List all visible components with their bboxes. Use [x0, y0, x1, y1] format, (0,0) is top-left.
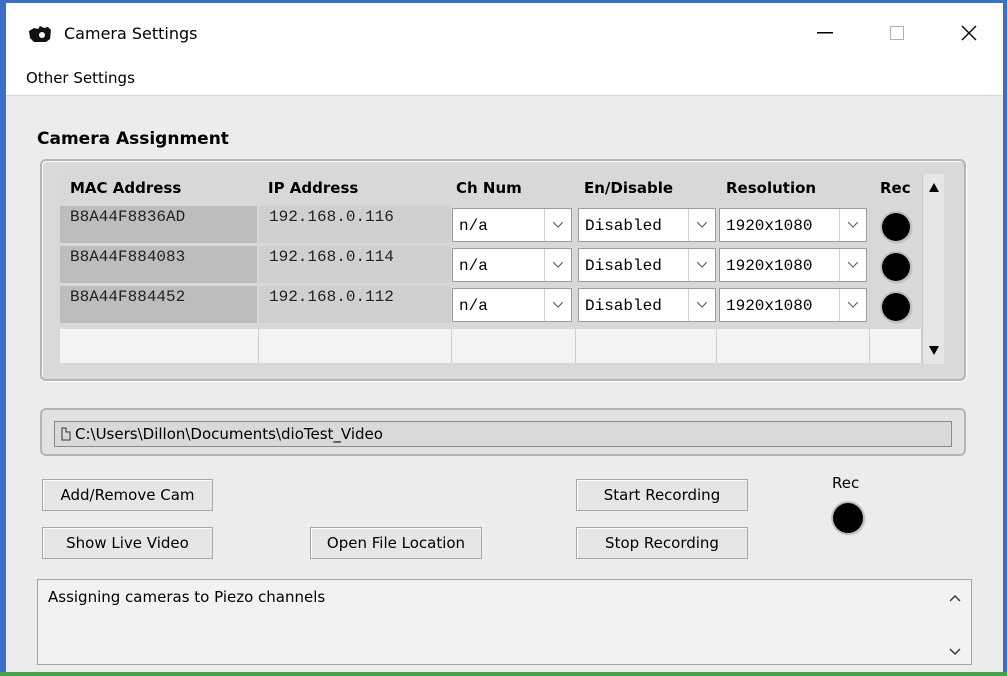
chevron-up-icon [949, 595, 961, 602]
save-path-field[interactable]: C:\Users\Dillon\Documents\dioTest_Video [54, 421, 952, 447]
row3-enable-value: Disabled [585, 297, 662, 315]
chevron-down-icon [839, 249, 866, 281]
row2-rec-indicator[interactable] [882, 253, 910, 281]
maximize-icon [890, 26, 904, 40]
row1-resolution-select[interactable]: 1920x1080 [719, 208, 867, 242]
minimize-icon [817, 32, 833, 34]
row1-ch-num-value: n/a [459, 217, 488, 235]
close-icon [961, 25, 977, 41]
header-mac-address: MAC Address [70, 179, 182, 197]
header-rec: Rec [880, 179, 911, 197]
title-bar: Camera Settings [6, 3, 1003, 63]
row1-enable-value: Disabled [585, 217, 662, 235]
open-file-location-button[interactable]: Open File Location [310, 527, 482, 559]
chevron-down-icon [688, 209, 715, 241]
stop-recording-button[interactable]: Stop Recording [576, 527, 748, 559]
header-ip-address: IP Address [268, 179, 359, 197]
save-path-value: C:\Users\Dillon\Documents\dioTest_Video [75, 425, 383, 443]
show-live-video-button[interactable]: Show Live Video [42, 527, 213, 559]
chevron-down-icon [839, 209, 866, 241]
empty-row-cell[interactable] [452, 329, 576, 363]
row1-ch-num-select[interactable]: n/a [452, 208, 572, 242]
row1-resolution-value: 1920x1080 [726, 217, 813, 235]
menu-bar: Other Settings [6, 63, 1003, 96]
row2-ch-num-select[interactable]: n/a [452, 248, 572, 282]
empty-row-cell[interactable] [870, 329, 922, 363]
row3-resolution-value: 1920x1080 [726, 297, 813, 315]
chevron-down-icon [544, 289, 571, 321]
log-scroll-down[interactable] [947, 644, 963, 660]
chevron-down-icon [688, 289, 715, 321]
row3-ch-num-value: n/a [459, 297, 488, 315]
chevron-down-icon [949, 648, 961, 655]
row1-ip: 192.168.0.116 [259, 206, 451, 243]
window-title: Camera Settings [64, 24, 198, 43]
row3-ch-num-select[interactable]: n/a [452, 288, 572, 322]
close-button[interactable] [946, 13, 992, 53]
table-scrollbar[interactable] [922, 174, 944, 364]
row1-enable-select[interactable]: Disabled [578, 208, 716, 242]
chevron-down-icon [839, 289, 866, 321]
camera-assignment-heading: Camera Assignment [37, 129, 229, 149]
start-recording-button[interactable]: Start Recording [576, 479, 748, 511]
arrow-down-icon [929, 346, 939, 355]
row1-mac: B8A44F8836AD [60, 206, 257, 243]
maximize-button[interactable] [874, 13, 920, 53]
folder-icon [61, 427, 71, 441]
empty-row-cell[interactable] [259, 329, 452, 363]
taskbar-edge [0, 672, 1007, 676]
rec-label: Rec [832, 474, 860, 492]
camera-settings-window: Camera Settings Other Settings Camera As… [0, 0, 1007, 676]
empty-row-cell[interactable] [717, 329, 870, 363]
row2-resolution-select[interactable]: 1920x1080 [719, 248, 867, 282]
status-log-text: Assigning cameras to Piezo channels [48, 588, 326, 606]
header-resolution: Resolution [726, 179, 817, 197]
row2-ip: 192.168.0.114 [259, 246, 451, 283]
row3-mac: B8A44F884452 [60, 286, 257, 323]
chevron-down-icon [688, 249, 715, 281]
chevron-down-icon [544, 209, 571, 241]
row3-rec-indicator[interactable] [882, 293, 910, 321]
log-scroll-up[interactable] [947, 590, 963, 606]
minimize-button[interactable] [802, 13, 848, 53]
camera-icon [29, 26, 51, 42]
row2-enable-value: Disabled [585, 257, 662, 275]
row2-resolution-value: 1920x1080 [726, 257, 813, 275]
header-en-disable: En/Disable [584, 179, 674, 197]
row3-enable-select[interactable]: Disabled [578, 288, 716, 322]
status-log[interactable]: Assigning cameras to Piezo channels [37, 579, 972, 665]
row2-enable-select[interactable]: Disabled [578, 248, 716, 282]
row2-mac: B8A44F884083 [60, 246, 257, 283]
arrow-up-icon [929, 183, 939, 192]
header-ch-num: Ch Num [456, 179, 522, 197]
row3-ip: 192.168.0.112 [259, 286, 451, 323]
add-remove-cam-button[interactable]: Add/Remove Cam [42, 479, 213, 511]
rec-indicator [833, 503, 863, 533]
scroll-up-button[interactable] [923, 176, 945, 198]
row2-ch-num-value: n/a [459, 257, 488, 275]
scroll-down-button[interactable] [923, 340, 945, 362]
empty-row-cell[interactable] [60, 329, 259, 363]
menu-other-settings[interactable]: Other Settings [26, 69, 135, 87]
empty-row-cell[interactable] [576, 329, 717, 363]
row1-rec-indicator[interactable] [882, 213, 910, 241]
chevron-down-icon [544, 249, 571, 281]
row3-resolution-select[interactable]: 1920x1080 [719, 288, 867, 322]
